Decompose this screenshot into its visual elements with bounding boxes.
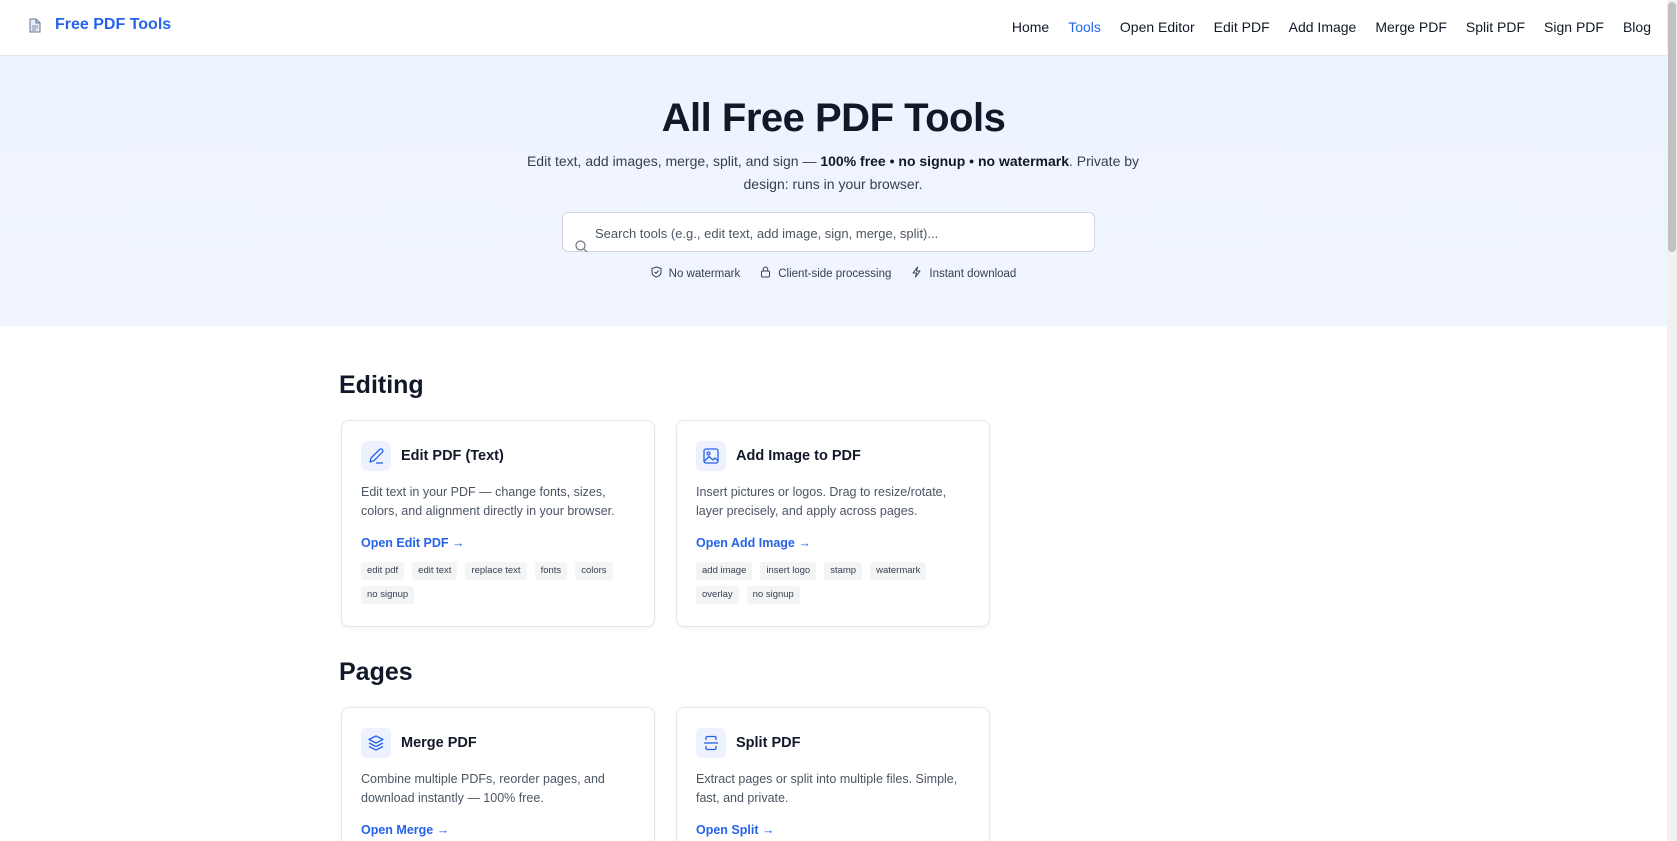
open-merge-link[interactable]: Open Merge →	[361, 823, 449, 837]
tool-card-add-image[interactable]: Add Image to PDF Insert pictures or logo…	[676, 420, 990, 627]
document-icon	[29, 18, 41, 33]
page-title: All Free PDF Tools	[661, 96, 1006, 140]
open-add-image-link[interactable]: Open Add Image →	[696, 536, 811, 550]
card-description: Combine multiple PDFs, reorder pages, an…	[361, 772, 605, 805]
subtitle-highlight: 100% free • no signup • no watermark	[820, 153, 1069, 169]
tool-card-split-pdf[interactable]: Split PDF Extract pages or split into mu…	[676, 707, 990, 841]
nav-split-pdf[interactable]: Split PDF	[1466, 19, 1525, 35]
nav-add-image[interactable]: Add Image	[1289, 19, 1357, 35]
feature-instant-download: Instant download	[911, 266, 1016, 281]
card-header: Add Image to PDF	[696, 441, 861, 471]
bolt-icon	[911, 266, 922, 281]
search-input[interactable]	[593, 213, 1087, 253]
tool-card-edit-pdf[interactable]: Edit PDF (Text) Edit text in your PDF — …	[341, 420, 655, 627]
feature-label: Instant download	[929, 267, 1017, 280]
tag: add image	[696, 562, 753, 580]
card-header: Merge PDF	[361, 728, 477, 758]
tool-card-merge-pdf[interactable]: Merge PDF Combine multiple PDFs, reorder…	[341, 707, 655, 841]
split-icon	[696, 728, 726, 758]
card-description: Extract pages or split into multiple fil…	[696, 772, 958, 805]
brand-link[interactable]: Free PDF Tools	[29, 16, 171, 34]
site-header: Free PDF Tools Home Tools Open Editor Ed…	[0, 0, 1667, 56]
tag: fonts	[534, 562, 568, 580]
section-title-pages: Pages	[339, 658, 413, 686]
card-title: Merge PDF	[401, 735, 477, 751]
hero-subtitle: Edit text, add images, merge, split, and…	[523, 150, 1143, 196]
search-icon	[575, 240, 588, 258]
nav-merge-pdf[interactable]: Merge PDF	[1375, 19, 1447, 35]
pencil-icon	[361, 441, 391, 471]
layers-icon	[361, 728, 391, 758]
nav-open-editor[interactable]: Open Editor	[1120, 19, 1195, 35]
nav-home[interactable]: Home	[1012, 19, 1049, 35]
feature-label: Client-side processing	[778, 267, 892, 280]
tag-list: add image insert logo stamp watermark ov…	[696, 562, 976, 604]
card-description: Edit text in your PDF — change fonts, si…	[361, 485, 615, 518]
feature-list: No watermark Client-side processing Inst…	[0, 266, 1667, 281]
card-description: Insert pictures or logos. Drag to resize…	[696, 485, 947, 518]
tag: colors	[575, 562, 613, 580]
lock-icon	[760, 266, 771, 281]
image-icon	[696, 441, 726, 471]
tag-list: edit pdf edit text replace text fonts co…	[361, 562, 641, 604]
tag: insert logo	[760, 562, 817, 580]
open-edit-pdf-link[interactable]: Open Edit PDF →	[361, 536, 464, 550]
feature-label: No watermark	[668, 267, 741, 280]
nav-sign-pdf[interactable]: Sign PDF	[1544, 19, 1604, 35]
tag: edit text	[412, 562, 458, 580]
tag: overlay	[696, 586, 739, 604]
card-header: Split PDF	[696, 728, 800, 758]
scrollbar-thumb[interactable]	[1668, 2, 1676, 252]
page-viewport: Free PDF Tools Home Tools Open Editor Ed…	[0, 0, 1667, 841]
nav-tools[interactable]: Tools	[1068, 19, 1101, 35]
nav-edit-pdf[interactable]: Edit PDF	[1214, 19, 1270, 35]
subtitle-prefix: Edit text, add images, merge, split, and…	[526, 153, 821, 169]
section-title-editing: Editing	[339, 371, 424, 399]
open-split-link[interactable]: Open Split →	[696, 823, 774, 837]
feature-client-side: Client-side processing	[760, 266, 891, 281]
tag: edit pdf	[361, 562, 405, 580]
card-title: Split PDF	[736, 735, 801, 751]
tag: no signup	[746, 586, 800, 604]
tag: stamp	[824, 562, 863, 580]
tag: watermark	[870, 562, 927, 580]
card-header: Edit PDF (Text)	[361, 441, 504, 471]
card-title: Add Image to PDF	[736, 448, 861, 464]
brand-name: Free PDF Tools	[55, 16, 172, 33]
tag: no signup	[361, 586, 415, 604]
feature-no-watermark: No watermark	[651, 266, 741, 281]
shield-check-icon	[651, 266, 662, 281]
nav-blog[interactable]: Blog	[1623, 19, 1651, 35]
tag: replace text	[465, 562, 527, 580]
card-title: Edit PDF (Text)	[401, 448, 504, 464]
page-scrollbar[interactable]	[1667, 0, 1677, 841]
hero-section: All Free PDF Tools Edit text, add images…	[0, 56, 1667, 326]
tool-search-box	[562, 212, 1095, 253]
main-nav: Home Tools Open Editor Edit PDF Add Imag…	[1012, 19, 1651, 35]
